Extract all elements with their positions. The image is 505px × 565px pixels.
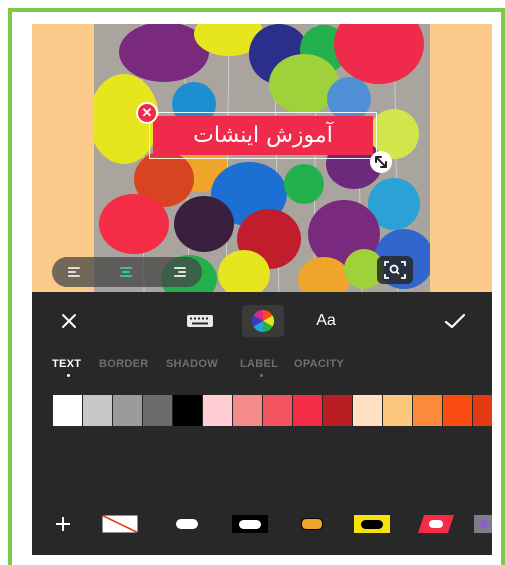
color-swatch[interactable]: [443, 395, 472, 426]
label-style-orange-pill[interactable]: [298, 514, 326, 534]
remove-sticker-icon[interactable]: ✕: [136, 102, 158, 124]
zoom-focus-icon[interactable]: [377, 256, 413, 284]
checkmark-icon[interactable]: [442, 305, 468, 337]
color-swatch[interactable]: [173, 395, 202, 426]
text-alignment-selector: [52, 257, 202, 287]
tab-label[interactable]: LABEL: [240, 358, 278, 370]
text-sticker[interactable]: آموزش اینشات: [149, 112, 377, 159]
tab-shadow[interactable]: SHADOW: [166, 358, 218, 370]
close-icon[interactable]: [56, 305, 82, 337]
plus-icon[interactable]: [52, 514, 74, 534]
font-button[interactable]: Aa: [308, 305, 344, 337]
color-swatch[interactable]: [293, 395, 322, 426]
color-wheel-icon[interactable]: [242, 305, 284, 337]
sticker-text[interactable]: آموزش اینشات: [153, 116, 373, 155]
label-style-row: [32, 508, 492, 540]
color-swatch[interactable]: [263, 395, 292, 426]
editor-toolbar: Aa: [32, 292, 492, 350]
keyboard-icon[interactable]: [184, 305, 216, 337]
frame-border-left: [8, 8, 12, 565]
label-style-white-pill[interactable]: [172, 514, 202, 534]
label-style-purple-partial[interactable]: [474, 514, 492, 534]
label-style-red-slant[interactable]: [416, 514, 456, 534]
color-swatch[interactable]: [83, 395, 112, 426]
label-style-black-white-pill[interactable]: [230, 514, 270, 534]
frame-border-right: [501, 8, 505, 565]
align-left-icon[interactable]: [68, 264, 84, 280]
frame-border-top: [8, 8, 505, 12]
color-swatch[interactable]: [113, 395, 142, 426]
tab-text[interactable]: TEXT: [52, 358, 81, 370]
tab-text-indicator: [67, 374, 70, 377]
label-style-yellow-black-pill[interactable]: [352, 514, 392, 534]
color-swatch[interactable]: [233, 395, 262, 426]
color-swatch[interactable]: [143, 395, 172, 426]
color-swatch[interactable]: [473, 395, 492, 426]
color-swatch[interactable]: [53, 395, 82, 426]
color-swatch[interactable]: [383, 395, 412, 426]
tab-opacity[interactable]: OPACITY: [294, 358, 344, 370]
color-swatch[interactable]: [413, 395, 442, 426]
color-swatch[interactable]: [203, 395, 232, 426]
color-swatch[interactable]: [323, 395, 352, 426]
align-center-icon[interactable]: [119, 264, 135, 280]
tab-border[interactable]: BORDER: [99, 358, 148, 370]
color-swatch[interactable]: [353, 395, 382, 426]
tab-label-indicator: [260, 374, 263, 377]
label-style-none[interactable]: [100, 514, 140, 534]
resize-icon[interactable]: [370, 151, 392, 173]
align-right-icon[interactable]: [172, 264, 188, 280]
editor-canvas[interactable]: آموزش اینشات ✕: [32, 24, 492, 292]
app-screen: آموزش اینشات ✕ Aa TEXT BORDER SHADOW LAB…: [32, 24, 492, 555]
